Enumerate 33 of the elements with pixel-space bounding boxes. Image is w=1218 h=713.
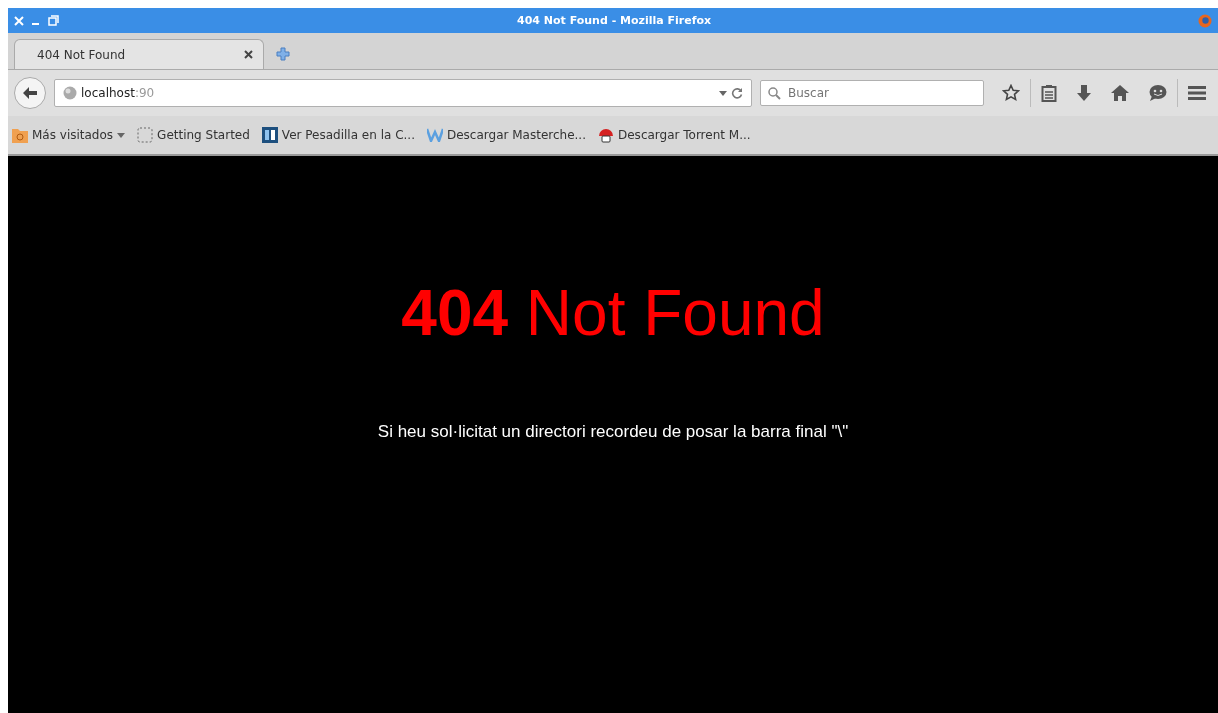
close-icon[interactable]	[14, 15, 24, 26]
search-icon	[768, 87, 781, 100]
menu-icon[interactable]	[1188, 86, 1206, 100]
dropdown-icon[interactable]	[719, 90, 727, 96]
bookmark-item[interactable]: Ver Pesadilla en la C...	[261, 127, 415, 143]
window-title: 404 Not Found - Mozilla Firefox	[517, 14, 712, 27]
blank-page-icon	[137, 127, 154, 143]
download-icon[interactable]	[1077, 85, 1091, 101]
back-arrow-icon	[22, 86, 38, 100]
close-tab-icon[interactable]	[244, 50, 253, 59]
w-icon	[427, 128, 443, 142]
bookmark-item[interactable]: Descargar Masterche...	[427, 128, 586, 142]
bookmark-item[interactable]: Más visitados	[12, 127, 126, 143]
clipboard-icon[interactable]	[1041, 84, 1057, 102]
bookmark-item[interactable]: Getting Started	[137, 127, 250, 143]
reload-icon[interactable]	[731, 87, 743, 99]
star-icon[interactable]	[1002, 84, 1020, 102]
search-field[interactable]: Buscar	[760, 80, 984, 106]
error-heading: 404 Not Found	[401, 276, 825, 350]
globe-icon	[63, 86, 77, 100]
browser-tab[interactable]: 404 Not Found	[14, 39, 264, 69]
firefox-logo-icon	[1198, 13, 1212, 28]
address-field[interactable]: localhost:90	[54, 79, 752, 107]
bookmark-item[interactable]: Descargar Torrent M...	[598, 127, 751, 143]
home-icon[interactable]	[1111, 85, 1129, 101]
restore-icon[interactable]	[48, 15, 59, 26]
chat-icon[interactable]	[1149, 85, 1167, 101]
mushroom-icon	[598, 127, 614, 143]
dropdown-icon	[117, 132, 126, 138]
site-icon	[261, 127, 278, 143]
back-button[interactable]	[14, 77, 46, 109]
folder-icon	[12, 127, 28, 143]
error-message: Si heu sol·licitat un directori recordeu de posar la barra final "\"	[377, 422, 849, 442]
